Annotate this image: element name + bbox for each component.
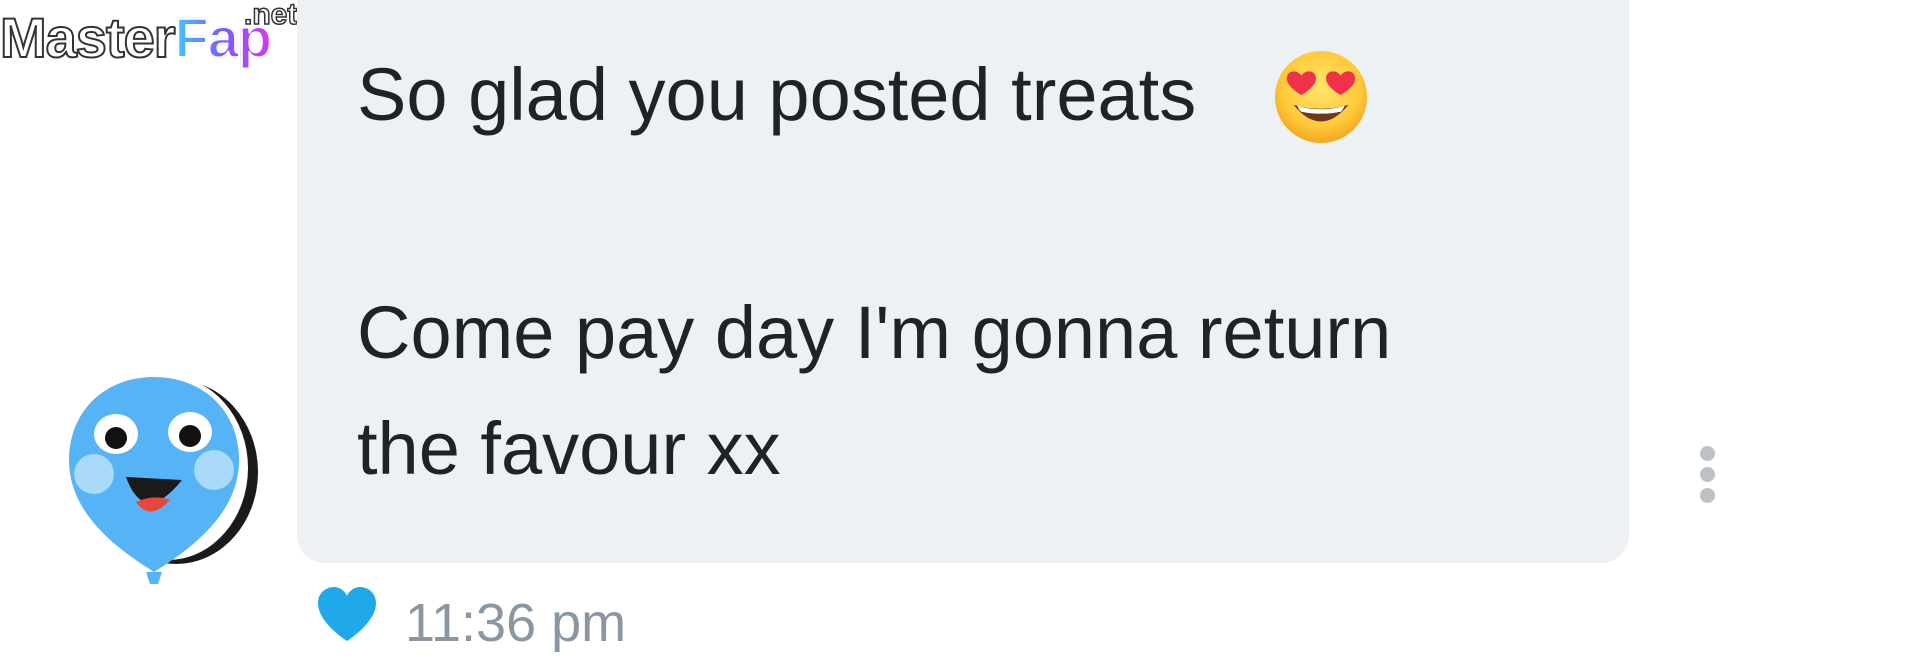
balloon-smiley-icon[interactable]: [64, 372, 264, 592]
watermark-logo: MasterFap .net: [0, 0, 310, 80]
watermark-text-master: Master: [0, 6, 177, 69]
message-line-2: Come pay day I'm gonna return: [357, 291, 1392, 374]
heart-icon[interactable]: [316, 585, 378, 643]
chat-screen: MasterFap .net So glad you posted treats…: [0, 0, 1920, 663]
more-dot-icon: [1700, 446, 1715, 461]
more-options-button[interactable]: [1690, 440, 1726, 510]
message-line-1: So glad you posted treats: [357, 53, 1197, 136]
more-dot-icon: [1700, 467, 1715, 482]
message-line-3: the favour xx: [357, 407, 781, 490]
heart-eyes-emoji-icon: [1274, 50, 1368, 144]
watermark-suffix: .net: [243, 0, 298, 31]
message-timestamp: 11:36 pm: [405, 593, 627, 653]
watermark-text: MasterFap: [0, 9, 273, 67]
more-dot-icon: [1700, 488, 1715, 503]
